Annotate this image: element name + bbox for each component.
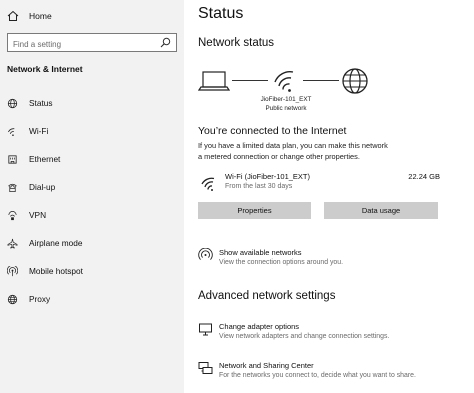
proxy-globe-icon <box>6 293 18 305</box>
page-title: Status <box>198 5 244 22</box>
data-usage-button[interactable]: Data usage <box>324 202 438 219</box>
hotspot-icon <box>6 265 18 277</box>
search-icon[interactable] <box>160 37 171 48</box>
connection-line <box>303 80 339 81</box>
sidebar-item-label: Wi-Fi <box>29 126 49 136</box>
connection-line <box>232 80 268 81</box>
dialup-icon <box>6 181 18 193</box>
sidebar-item-dialup[interactable]: Dial-up <box>0 173 184 201</box>
sidebar-item-proxy[interactable]: Proxy <box>0 285 184 313</box>
sidebar-item-hotspot[interactable]: Mobile hotspot <box>0 257 184 285</box>
sidebar-item-label: Proxy <box>29 294 51 304</box>
connection-period: From the last 30 days <box>225 183 293 190</box>
sidebar-nav: Status Wi-Fi Ethernet Dial-up VPN Airpla… <box>0 89 184 313</box>
link-title: Network and Sharing Center <box>219 361 314 370</box>
link-title: Change adapter options <box>219 322 300 331</box>
laptop-icon <box>198 71 230 91</box>
change-adapter-link[interactable]: Change adapter options View network adap… <box>198 322 448 346</box>
sidebar-item-label: VPN <box>29 210 47 220</box>
sidebar-item-vpn[interactable]: VPN <box>0 201 184 229</box>
vpn-icon <box>6 209 18 221</box>
home-icon <box>7 10 19 21</box>
link-title: Show available networks <box>219 248 302 257</box>
sharing-center-link[interactable]: Network and Sharing Center For the netwo… <box>198 361 448 385</box>
network-name: JioFiber-101_EXT <box>260 96 312 103</box>
sharing-center-icon <box>198 362 213 374</box>
home-link[interactable]: Home <box>7 8 52 24</box>
network-adapter-icon <box>199 323 212 336</box>
sidebar-item-label: Ethernet <box>29 154 61 164</box>
sidebar-item-status[interactable]: Status <box>0 89 184 117</box>
wifi-connection-icon <box>201 177 215 191</box>
search-box[interactable] <box>7 33 177 53</box>
sidebar-item-ethernet[interactable]: Ethernet <box>0 145 184 173</box>
home-label: Home <box>29 11 52 21</box>
sidebar-item-wifi[interactable]: Wi-Fi <box>0 117 184 145</box>
link-description: View the connection options around you. <box>219 259 343 266</box>
sidebar-item-airplane[interactable]: Airplane mode <box>0 229 184 257</box>
connection-name: Wi-Fi (JioFiber-101_EXT) <box>225 172 311 181</box>
sidebar-item-label: Dial-up <box>29 182 56 192</box>
show-networks-link[interactable]: Show available networks View the connect… <box>198 248 448 272</box>
link-description: View network adapters and change connect… <box>219 333 390 340</box>
internet-globe-icon <box>342 68 368 94</box>
section-title: Network & Internet <box>7 64 83 74</box>
sidebar-item-label: Airplane mode <box>29 238 83 248</box>
network-diagram: JioFiber-101_EXT Public network <box>198 66 468 126</box>
network-status-heading: Network status <box>198 37 275 49</box>
connected-description: If you have a limited data plan, you can… <box>198 141 388 161</box>
link-description: For the networks you connect to, decide … <box>219 372 416 379</box>
search-input[interactable] <box>8 36 148 53</box>
ethernet-icon <box>6 153 18 165</box>
data-usage-amount: 22.24 GB <box>408 172 440 181</box>
status-globe-icon <box>6 97 18 109</box>
sidebar-item-label: Mobile hotspot <box>29 266 83 276</box>
connected-heading: You’re connected to the Internet <box>198 125 347 137</box>
connection-row: Wi-Fi (JioFiber-101_EXT) From the last 3… <box>198 170 440 196</box>
airplane-icon <box>6 237 18 249</box>
advanced-heading: Advanced network settings <box>198 290 336 302</box>
properties-button[interactable]: Properties <box>198 202 311 219</box>
wifi-icon <box>6 125 18 137</box>
sidebar: Home Network & Internet Status Wi-Fi Eth… <box>0 0 184 393</box>
network-type: Public network <box>265 105 307 112</box>
wifi-antenna-icon <box>198 248 213 260</box>
sidebar-item-label: Status <box>29 98 53 108</box>
wifi-signal-icon <box>274 71 294 92</box>
